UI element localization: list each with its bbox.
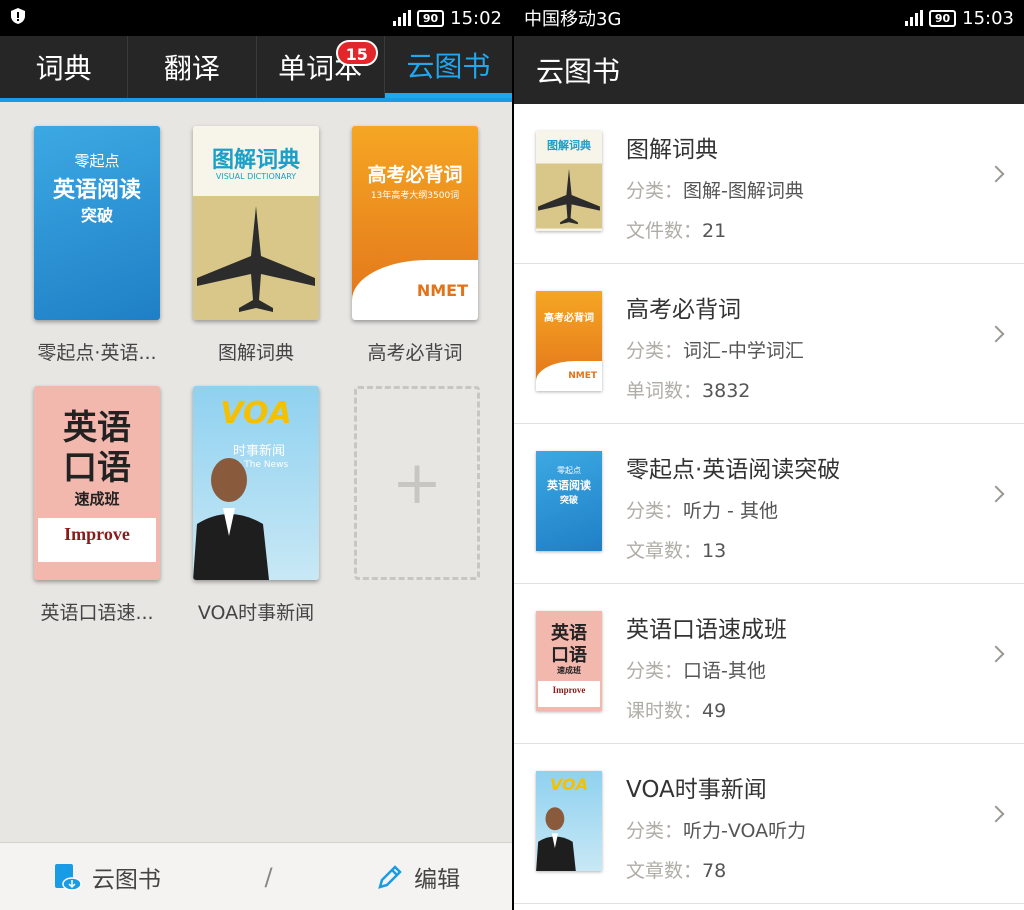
status-time: 15:03 bbox=[962, 7, 1014, 29]
toolbar-separator: / bbox=[264, 862, 273, 891]
book-name: 英语口语速成班 bbox=[626, 617, 787, 643]
book-name: VOA时事新闻 bbox=[626, 777, 767, 803]
book-cover: 图解词典 VISUAL DICTIONARY bbox=[193, 126, 319, 320]
list-item[interactable]: 零起点 英语阅读 突破 零起点·英语阅读突破 分类：听力 - 其他 文章数：13 bbox=[514, 424, 1024, 584]
portrait-icon bbox=[193, 458, 269, 580]
book-thumbnail: 零起点 英语阅读 突破 bbox=[536, 451, 602, 551]
bottom-toolbar: 云图书 / 编辑 bbox=[0, 842, 512, 910]
book-cover: 英语 口语 速成班 Improve bbox=[34, 386, 160, 580]
book-count: 单词数：3832 bbox=[626, 380, 751, 402]
airplane-icon bbox=[193, 196, 319, 320]
book-thumbnail: 图解词典 bbox=[536, 131, 602, 231]
book-name: 高考必背词 bbox=[626, 297, 741, 323]
add-book-button[interactable]: + bbox=[354, 386, 480, 580]
book-gaokao[interactable]: 高考必背词 13年高考大纲3500词 NMET 高考必背词 bbox=[352, 126, 478, 365]
book-visual-dictionary[interactable]: 图解词典 VISUAL DICTIONARY 图解词典 bbox=[193, 126, 319, 365]
portrait-icon bbox=[536, 807, 576, 871]
chevron-right-icon bbox=[987, 645, 1005, 663]
page-title: 云图书 bbox=[514, 36, 1024, 104]
book-cover: 高考必背词 13年高考大纲3500词 NMET bbox=[352, 126, 478, 320]
shield-icon bbox=[10, 7, 26, 30]
cloud-books-button[interactable]: 云图书 bbox=[52, 860, 161, 894]
chevron-right-icon bbox=[987, 165, 1005, 183]
book-reading[interactable]: 零起点 英语阅读 突破 零起点·英语... bbox=[34, 126, 160, 365]
signal-icon bbox=[904, 10, 923, 26]
status-bar: 中国移动3G 90 15:03 bbox=[514, 0, 1024, 36]
book-name: 图解词典 bbox=[626, 137, 718, 163]
book-name: 零起点·英语阅读突破 bbox=[626, 457, 841, 483]
cloud-books-screen: 中国移动3G 90 15:03 云图书 图解词典 图解词典 分类：图解-图解词典… bbox=[514, 0, 1024, 910]
list-item[interactable]: 图解词典 图解词典 分类：图解-图解词典 文件数：21 bbox=[514, 104, 1024, 264]
book-thumbnail: 高考必背词 NMET bbox=[536, 291, 602, 391]
battery-icon: 90 bbox=[416, 9, 445, 27]
tab-bar: 词典 翻译 单词本 15 云图书 bbox=[0, 36, 512, 102]
chevron-right-icon bbox=[987, 325, 1005, 343]
battery-icon: 90 bbox=[928, 9, 957, 27]
list-item[interactable]: VOA VOA时事新闻 分类：听力-VOA听力 文章数：78 bbox=[514, 744, 1024, 904]
airplane-icon bbox=[536, 163, 602, 229]
chevron-right-icon bbox=[987, 805, 1005, 823]
status-bar: 90 15:02 bbox=[0, 0, 512, 36]
tab-wordbook[interactable]: 单词本 15 bbox=[257, 36, 385, 98]
edit-button[interactable]: 编辑 bbox=[376, 860, 460, 894]
carrier-name: 中国移动3G bbox=[524, 9, 622, 30]
cloud-book-list: 图解词典 图解词典 分类：图解-图解词典 文件数：21 高考必背词 NMET 高… bbox=[514, 104, 1024, 904]
book-thumbnail: VOA bbox=[536, 771, 602, 871]
book-category: 分类：图解-图解词典 bbox=[626, 180, 804, 202]
book-category: 分类：词汇-中学词汇 bbox=[626, 340, 804, 362]
book-category: 分类：听力-VOA听力 bbox=[626, 820, 807, 842]
tab-dictionary[interactable]: 词典 bbox=[0, 36, 129, 98]
plus-icon: + bbox=[391, 448, 443, 518]
tab-translate[interactable]: 翻译 bbox=[128, 36, 257, 98]
chevron-right-icon bbox=[987, 485, 1005, 503]
book-cover: VOA 时事新闻 In The News bbox=[193, 386, 319, 580]
book-count: 文件数：21 bbox=[626, 220, 727, 242]
cloud-book-icon bbox=[54, 863, 82, 891]
book-spoken-english[interactable]: 英语 口语 速成班 Improve 英语口语速... bbox=[34, 386, 160, 625]
book-count: 课时数：49 bbox=[626, 700, 727, 722]
book-voa[interactable]: VOA 时事新闻 In The News VOA时事新闻 bbox=[193, 386, 319, 625]
pencil-icon bbox=[378, 864, 402, 889]
book-cover: 零起点 英语阅读 突破 bbox=[34, 126, 160, 320]
bookshelf-screen: 90 15:02 词典 翻译 单词本 15 云图书 零起点 英语阅读 突破 零起… bbox=[0, 0, 512, 910]
book-category: 分类：口语-其他 bbox=[626, 660, 766, 682]
list-item[interactable]: 高考必背词 NMET 高考必背词 分类：词汇-中学词汇 单词数：3832 bbox=[514, 264, 1024, 424]
book-thumbnail: 英语 口语 速成班 Improve bbox=[536, 611, 602, 711]
wordbook-count-badge: 15 bbox=[335, 40, 378, 66]
book-category: 分类：听力 - 其他 bbox=[626, 500, 778, 522]
tab-cloud-books[interactable]: 云图书 bbox=[384, 36, 512, 98]
status-time: 15:02 bbox=[450, 7, 502, 29]
signal-icon bbox=[392, 10, 411, 26]
list-item[interactable]: 英语 口语 速成班 Improve 英语口语速成班 分类：口语-其他 课时数：4… bbox=[514, 584, 1024, 744]
book-count: 文章数：78 bbox=[626, 860, 727, 882]
book-count: 文章数：13 bbox=[626, 540, 727, 562]
